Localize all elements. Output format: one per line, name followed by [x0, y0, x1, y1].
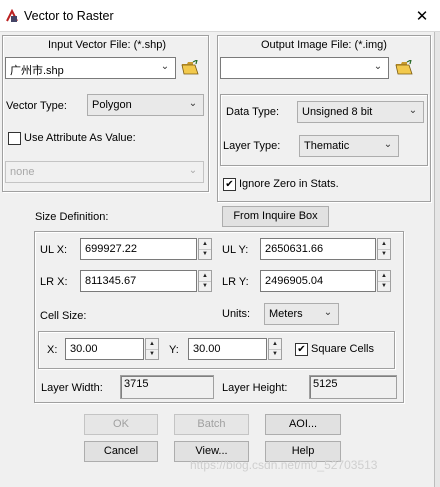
spin-down-icon[interactable]: ▼ — [146, 349, 158, 359]
vector-to-raster-app-icon — [5, 8, 19, 23]
input-vector-file-value: 广州市.shp — [10, 65, 64, 77]
cell-size-label: Cell Size: — [40, 310, 87, 322]
ul-y-value: 2650631.66 — [265, 243, 324, 255]
help-label: Help — [291, 445, 315, 457]
input-vector-label: Input Vector File: (*.shp) — [48, 39, 166, 51]
aoi-button[interactable]: AOI... — [265, 414, 341, 435]
layer-width-readout: 3715 — [120, 375, 214, 399]
size-definition-label: Size Definition: — [35, 211, 109, 223]
ok-label: OK — [113, 418, 129, 430]
ul-y-label: UL Y: — [222, 244, 249, 256]
units-select[interactable]: Meters ⌄ — [264, 303, 339, 325]
square-cells-checkbox[interactable]: ✔ — [295, 343, 308, 356]
vector-type-value: Polygon — [92, 99, 132, 111]
layer-type-label: Layer Type: — [223, 140, 281, 152]
lr-x-spinner[interactable]: ▲ ▼ — [198, 270, 212, 292]
chevron-down-icon: ⌄ — [188, 165, 198, 176]
ul-x-input[interactable]: 699927.22 — [80, 238, 197, 260]
window-edge — [434, 32, 440, 487]
lr-x-value: 811345.67 — [85, 275, 137, 287]
batch-button: Batch — [174, 414, 249, 435]
layer-height-label: Layer Height: — [222, 382, 288, 394]
watermark-text: https://blog.csdn.net/m0_52703513 — [190, 458, 378, 472]
data-type-value: Unsigned 8 bit — [302, 106, 373, 118]
chevron-down-icon[interactable]: ⌄ — [407, 105, 419, 119]
chevron-down-icon[interactable]: ⌄ — [187, 98, 199, 112]
cell-x-spinner[interactable]: ▲ ▼ — [145, 338, 159, 360]
ul-y-input[interactable]: 2650631.66 — [260, 238, 376, 260]
spin-down-icon[interactable]: ▼ — [378, 281, 390, 291]
units-value: Meters — [269, 308, 303, 320]
ul-x-value: 699927.22 — [85, 243, 137, 255]
cell-y-value: 30.00 — [193, 343, 221, 355]
layer-width-value: 3715 — [124, 378, 149, 390]
open-folder-icon[interactable] — [181, 58, 199, 76]
spin-down-icon[interactable]: ▼ — [199, 249, 211, 259]
ignore-zero-checkbox[interactable]: ✔ — [223, 178, 236, 191]
close-icon[interactable]: ✕ — [408, 6, 436, 28]
output-image-file-combo[interactable]: ⌄ — [220, 57, 389, 79]
batch-label: Batch — [197, 418, 226, 430]
use-attribute-checkbox[interactable] — [8, 132, 21, 145]
ul-x-spinner[interactable]: ▲ ▼ — [198, 238, 212, 260]
data-type-select[interactable]: Unsigned 8 bit ⌄ — [297, 101, 424, 123]
attribute-value: none — [10, 166, 35, 178]
spin-down-icon[interactable]: ▼ — [378, 249, 390, 259]
chevron-down-icon[interactable]: ⌄ — [382, 139, 394, 153]
ul-y-spinner[interactable]: ▲ ▼ — [377, 238, 391, 260]
chevron-down-icon[interactable]: ⌄ — [322, 307, 334, 321]
spin-down-icon[interactable]: ▼ — [199, 281, 211, 291]
cancel-label: Cancel — [103, 445, 139, 457]
attribute-select: none ⌄ — [5, 161, 204, 183]
use-attribute-label: Use Attribute As Value: — [24, 132, 136, 144]
layer-type-value: Thematic — [304, 140, 350, 152]
vector-type-select[interactable]: Polygon ⌄ — [87, 94, 204, 116]
units-label: Units: — [222, 308, 251, 320]
cell-y-label: Y: — [169, 344, 179, 356]
cell-y-spinner[interactable]: ▲ ▼ — [268, 338, 282, 360]
lr-y-input[interactable]: 2496905.04 — [260, 270, 376, 292]
layer-type-select[interactable]: Thematic ⌄ — [299, 135, 399, 157]
ignore-zero-label: Ignore Zero in Stats. — [239, 178, 339, 190]
cell-x-input[interactable]: 30.00 — [65, 338, 144, 360]
spin-down-icon[interactable]: ▼ — [269, 349, 281, 359]
from-inquire-box-label: From Inquire Box — [233, 210, 318, 222]
layer-height-readout: 5125 — [309, 375, 397, 399]
layer-width-label: Layer Width: — [41, 382, 103, 394]
square-cells-label: Square Cells — [311, 343, 374, 355]
layer-height-value: 5125 — [313, 378, 338, 390]
cell-x-label: X: — [47, 344, 58, 356]
from-inquire-box-button[interactable]: From Inquire Box — [222, 206, 329, 227]
input-vector-file-combo[interactable]: 广州市.shp ⌄ — [5, 57, 176, 79]
open-folder-icon[interactable] — [395, 58, 413, 76]
aoi-label: AOI... — [288, 418, 318, 430]
data-type-label: Data Type: — [226, 106, 279, 118]
window-title: Vector to Raster — [24, 9, 114, 23]
vector-type-label: Vector Type: — [6, 100, 67, 112]
lr-x-input[interactable]: 811345.67 — [80, 270, 197, 292]
cell-y-input[interactable]: 30.00 — [188, 338, 267, 360]
ok-button: OK — [84, 414, 158, 435]
ul-x-label: UL X: — [40, 244, 68, 256]
lr-y-value: 2496905.04 — [265, 275, 324, 287]
cell-x-value: 30.00 — [70, 343, 98, 355]
chevron-down-icon[interactable]: ⌄ — [372, 61, 384, 75]
lr-x-label: LR X: — [40, 276, 68, 288]
output-image-label: Output Image File: (*.img) — [261, 39, 387, 51]
lr-y-label: LR Y: — [222, 276, 249, 288]
view-label: View... — [195, 445, 228, 457]
cancel-button[interactable]: Cancel — [84, 441, 158, 462]
lr-y-spinner[interactable]: ▲ ▼ — [377, 270, 391, 292]
chevron-down-icon[interactable]: ⌄ — [159, 61, 171, 75]
